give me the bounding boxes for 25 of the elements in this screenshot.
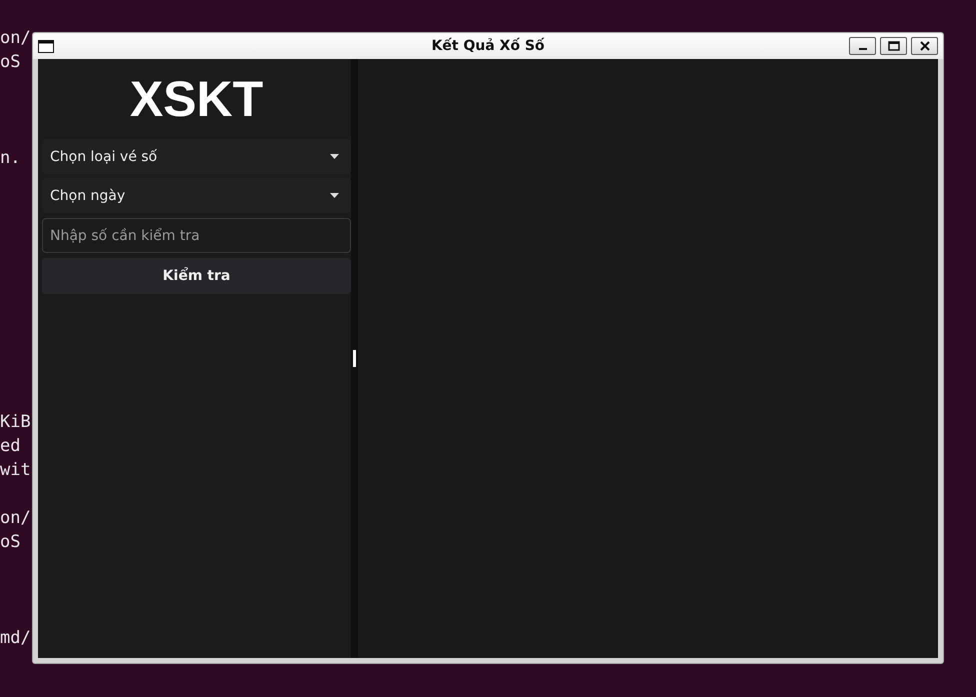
maximize-button[interactable] xyxy=(880,37,907,55)
close-icon xyxy=(920,41,930,51)
minimize-icon xyxy=(858,48,866,50)
terminal-text: ed xyxy=(0,435,20,458)
terminal-text: n. xyxy=(0,147,20,170)
caret-icon xyxy=(330,154,339,159)
terminal-text: on/ xyxy=(0,507,31,530)
maximize-icon xyxy=(888,41,900,51)
caret-icon xyxy=(330,193,339,198)
minimize-button[interactable] xyxy=(849,37,876,55)
terminal-text: oS xyxy=(0,51,20,74)
terminal-text: md/ xyxy=(0,627,31,650)
app-logo: XSKT xyxy=(128,70,264,129)
terminal-text: on/ xyxy=(0,27,31,50)
terminal-text: wit xyxy=(0,459,31,482)
number-input-field[interactable]: Nhập số cần kiểm tra xyxy=(42,218,351,253)
terminal-text: KiB xyxy=(0,411,31,434)
window-icon[interactable] xyxy=(38,40,54,52)
close-button[interactable] xyxy=(911,37,938,55)
text-cursor-icon xyxy=(353,350,356,367)
check-button[interactable]: Kiểm tra xyxy=(42,258,351,294)
dropdown[interactable]: Chọn ngày xyxy=(42,178,351,213)
window-title: Kết Quả Xố Số xyxy=(431,38,545,54)
terminal-text: oS xyxy=(0,531,20,554)
dropdown[interactable]: Chọn loại vé số xyxy=(42,139,351,174)
